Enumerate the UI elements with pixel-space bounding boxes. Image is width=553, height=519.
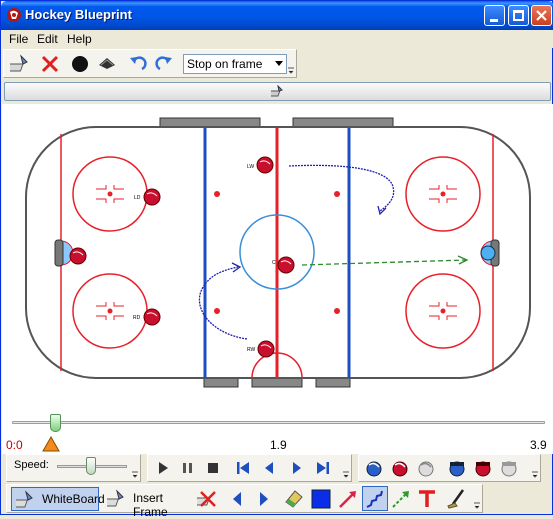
net-icon[interactable] <box>96 53 118 75</box>
app-logo-icon <box>7 8 21 22</box>
toolbar-grip-icon[interactable] <box>132 470 138 478</box>
playback-toolbar <box>147 454 352 482</box>
menu-file[interactable]: File <box>9 32 28 46</box>
toolbar-grip-icon[interactable] <box>288 66 294 74</box>
toolbar-grip-icon[interactable] <box>343 470 349 478</box>
redo-icon[interactable] <box>153 53 175 75</box>
collapsed-panel-bar[interactable] <box>4 82 551 101</box>
whiteboard-label: WhiteBoard <box>42 492 105 506</box>
solid-arrow-tool-icon[interactable] <box>337 488 359 510</box>
toolbar-grip-icon[interactable] <box>532 470 538 478</box>
timeline-slider-track[interactable] <box>12 421 545 424</box>
play-icon[interactable] <box>155 460 171 476</box>
menu-help[interactable]: Help <box>67 32 92 46</box>
stop-mode-value: Stop on frame <box>187 57 263 71</box>
keyframe-marker-icon[interactable] <box>42 436 60 452</box>
minimize-button[interactable] <box>484 5 505 26</box>
time-start-label: 0:0 <box>6 438 23 452</box>
speed-label: Speed: <box>14 459 49 471</box>
undo-icon[interactable] <box>127 53 149 75</box>
toolbar-grip-icon[interactable] <box>474 501 480 509</box>
stop-mode-select[interactable]: Stop on frame <box>183 54 287 74</box>
scorer-box <box>251 377 303 388</box>
timeline-slider-thumb[interactable] <box>50 414 61 432</box>
new-play-icon[interactable] <box>10 53 32 75</box>
title-bar[interactable]: Hockey Blueprint <box>1 1 553 30</box>
timeline: 0:0 1.9 3.9 <box>2 414 553 454</box>
gray-goalie-icon[interactable] <box>499 458 519 478</box>
maximize-icon <box>513 10 524 21</box>
stop-icon[interactable] <box>205 460 221 476</box>
next-arrow-icon[interactable] <box>256 489 272 509</box>
skate-path-tool-icon <box>366 490 383 508</box>
insert-frame-button[interactable]: Insert Frame <box>103 487 195 519</box>
stick-tool-icon[interactable] <box>445 488 467 510</box>
player-label: RD <box>133 315 141 321</box>
speed-toolbar: Speed: <box>6 454 141 482</box>
player-toolbar <box>358 454 541 482</box>
expand-panel-icon <box>271 85 283 97</box>
maximize-button[interactable] <box>508 5 529 26</box>
bench-box-top-right <box>292 117 394 128</box>
pause-icon[interactable] <box>180 460 196 476</box>
delete-frame-icon[interactable] <box>197 488 219 510</box>
close-button[interactable] <box>531 5 552 26</box>
blue-goalie-icon[interactable] <box>447 458 467 478</box>
gray-player-icon[interactable] <box>416 458 436 478</box>
delete-icon[interactable] <box>39 53 61 75</box>
neutral-dot <box>334 191 340 197</box>
neutral-dot <box>214 308 220 314</box>
eraser-icon[interactable] <box>283 488 305 510</box>
chevron-down-icon <box>275 61 283 66</box>
main-toolbar: Stop on frame <box>3 49 297 78</box>
insert-frame-icon <box>107 489 124 507</box>
neutral-dot <box>334 308 340 314</box>
skate-path-tool[interactable] <box>362 486 388 511</box>
time-end-label: 3.9 <box>530 438 547 452</box>
minimize-icon <box>490 19 498 22</box>
last-frame-icon[interactable] <box>315 460 331 476</box>
first-frame-icon[interactable] <box>235 460 251 476</box>
player-label: LW <box>247 164 254 170</box>
menu-bar: File Edit Help <box>2 30 553 48</box>
rink-diagram: LW LD C RD RW <box>25 117 531 388</box>
puck-icon[interactable] <box>69 53 91 75</box>
player-goalie-left[interactable] <box>69 247 87 265</box>
time-mid-label: 1.9 <box>270 438 287 452</box>
red-goalie-icon[interactable] <box>473 458 493 478</box>
penalty-box-left <box>203 377 239 388</box>
player-label: C <box>272 260 276 266</box>
penalty-box-right <box>315 377 351 388</box>
speed-slider-thumb[interactable] <box>86 457 96 475</box>
rink-canvas[interactable]: LW LD C RD RW <box>2 104 553 414</box>
previous-arrow-icon[interactable] <box>229 489 245 509</box>
menu-edit[interactable]: Edit <box>37 32 58 46</box>
neutral-dot <box>214 191 220 197</box>
color-picker-icon[interactable] <box>310 488 332 510</box>
red-player-icon[interactable] <box>390 458 410 478</box>
next-frame-icon[interactable] <box>289 460 305 476</box>
bench-box-top-left <box>159 117 261 128</box>
blue-player-icon[interactable] <box>364 458 384 478</box>
close-icon <box>536 10 547 21</box>
previous-frame-icon[interactable] <box>261 460 277 476</box>
app-window: Hockey Blueprint File Edit Help Stop on … <box>0 0 553 519</box>
text-tool-icon[interactable] <box>416 488 438 510</box>
pass-arrow-tool-icon[interactable] <box>390 488 412 510</box>
window-title: Hockey Blueprint <box>25 7 132 22</box>
drawing-toolbar: WhiteBoard Insert Frame <box>6 484 483 519</box>
whiteboard-button[interactable]: WhiteBoard <box>11 487 105 511</box>
whiteboard-icon <box>16 490 33 508</box>
player-label: RW <box>247 347 256 353</box>
player-label: LD <box>134 195 141 201</box>
